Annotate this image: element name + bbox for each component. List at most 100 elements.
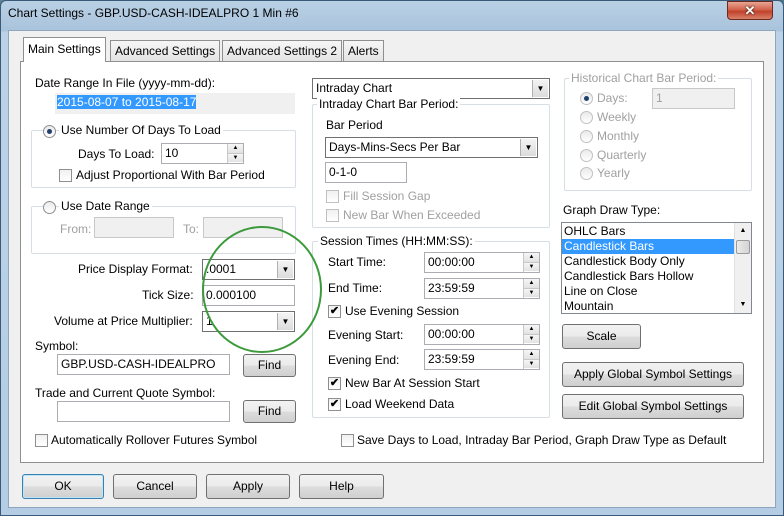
evening-session-label: Use Evening Session (345, 304, 460, 318)
trade-symbol-find-button[interactable]: Find (243, 400, 296, 423)
spin-up-icon[interactable]: ▲ (524, 253, 539, 262)
apply-button[interactable]: Apply (206, 474, 290, 499)
adjust-proportional-checkbox[interactable] (59, 169, 72, 182)
historical-monthly-radio[interactable] (580, 130, 593, 143)
tick-size-label: Tick Size: (142, 288, 194, 302)
close-button[interactable]: ✕ (727, 1, 773, 20)
fill-session-gap-label: Fill Session Gap (343, 189, 431, 203)
date-range-label: Date Range In File (yyyy-mm-dd): (35, 76, 216, 90)
period-input[interactable]: 0-1-0 (325, 162, 407, 183)
load-weekend-label: Load Weekend Data (345, 397, 455, 411)
tab-main-settings[interactable]: Main Settings (23, 37, 106, 62)
historical-yearly-radio[interactable] (580, 167, 593, 180)
fill-session-gap-checkbox[interactable] (326, 190, 339, 203)
tab-alerts[interactable]: Alerts (343, 40, 384, 61)
spin-up-icon[interactable]: ▲ (524, 325, 539, 334)
cancel-button[interactable]: Cancel (113, 474, 197, 499)
price-display-label: Price Display Format: (78, 262, 193, 276)
tab-advanced-settings-2[interactable]: Advanced Settings 2 (222, 40, 343, 61)
list-item[interactable]: Line on Close (562, 284, 751, 299)
chart-type-select[interactable]: Intraday Chart ▼ (312, 78, 550, 99)
days-to-load-input[interactable]: 10 ▲ ▼ (161, 143, 244, 164)
list-item[interactable]: Mountain (562, 299, 751, 313)
price-display-value: .0001 (206, 262, 237, 276)
days-spinner[interactable]: ▲ ▼ (227, 144, 243, 163)
dropdown-arrow-icon[interactable]: ▼ (277, 261, 293, 278)
tick-size-input[interactable]: 0.000100 (202, 285, 295, 306)
graph-draw-listbox[interactable]: OHLC Bars Candlestick Bars Candlestick B… (561, 222, 752, 314)
spin-down-icon[interactable]: ▼ (228, 153, 243, 162)
spin-up-icon[interactable]: ▲ (524, 279, 539, 288)
symbol-label: Symbol: (35, 339, 79, 353)
scroll-up-icon[interactable]: ▲ (735, 223, 751, 239)
scroll-down-icon[interactable]: ▼ (735, 297, 751, 313)
adjust-proportional-label: Adjust Proportional With Bar Period (76, 168, 265, 182)
scale-button[interactable]: Scale (562, 324, 641, 349)
use-days-label: Use Number Of Days To Load (59, 123, 223, 137)
list-item[interactable]: Candlestick Body Only (562, 254, 751, 269)
load-weekend-checkbox[interactable]: ✔ (328, 398, 341, 411)
end-time-input[interactable]: 23:59:59 ▲ ▼ (424, 278, 540, 299)
dropdown-arrow-icon[interactable]: ▼ (277, 313, 293, 330)
spin-up-icon[interactable]: ▲ (228, 144, 243, 153)
new-bar-session-start-checkbox[interactable]: ✔ (328, 377, 341, 390)
scroll-thumb[interactable] (736, 240, 750, 254)
end-time-spinner[interactable]: ▲ ▼ (523, 279, 539, 298)
price-display-select[interactable]: .0001 ▼ (202, 259, 295, 280)
from-date-input[interactable] (94, 217, 174, 238)
use-date-range-radio[interactable] (43, 201, 56, 214)
historical-days-label: Days: (597, 91, 628, 105)
symbol-find-button[interactable]: Find (243, 354, 296, 377)
chart-type-value: Intraday Chart (316, 81, 393, 95)
evening-start-value: 00:00:00 (428, 327, 475, 341)
use-days-radio[interactable] (43, 125, 56, 138)
edit-global-settings-button[interactable]: Edit Global Symbol Settings (562, 394, 744, 419)
list-item[interactable]: Candlestick Bars Hollow (562, 269, 751, 284)
dropdown-arrow-icon[interactable]: ▼ (532, 80, 548, 97)
spin-down-icon[interactable]: ▼ (524, 359, 539, 368)
spin-down-icon[interactable]: ▼ (524, 262, 539, 271)
spin-down-icon[interactable]: ▼ (524, 288, 539, 297)
historical-days-input[interactable]: 1 (652, 88, 735, 109)
from-label: From: (60, 222, 92, 236)
spin-down-icon[interactable]: ▼ (524, 334, 539, 343)
save-default-checkbox[interactable] (341, 434, 354, 447)
tab-advanced-settings[interactable]: Advanced Settings (110, 40, 221, 61)
ok-button[interactable]: OK (22, 474, 104, 499)
historical-yearly-label: Yearly (597, 166, 630, 180)
symbol-input[interactable]: GBP.USD-CASH-IDEALPRO (57, 354, 230, 375)
evening-end-input[interactable]: 23:59:59 ▲ ▼ (424, 349, 540, 370)
historical-quarterly-radio[interactable] (580, 149, 593, 162)
to-label: To: (183, 222, 200, 236)
date-range-field[interactable]: 2015-08-07 to 2015-08-17 (55, 93, 295, 114)
apply-global-settings-button[interactable]: Apply Global Symbol Settings (562, 362, 744, 387)
start-time-spinner[interactable]: ▲ ▼ (523, 253, 539, 272)
intraday-period-legend: Intraday Chart Bar Period: (317, 97, 461, 111)
bar-period-select[interactable]: Days-Mins-Secs Per Bar ▼ (325, 137, 538, 158)
historical-weekly-radio[interactable] (580, 111, 593, 124)
volume-multiplier-label: Volume at Price Multiplier: (54, 314, 193, 328)
evening-end-label: Evening End: (328, 353, 400, 367)
list-item-selected[interactable]: Candlestick Bars (562, 239, 751, 254)
help-button[interactable]: Help (299, 474, 384, 499)
trade-symbol-input[interactable] (57, 401, 230, 422)
evening-start-input[interactable]: 00:00:00 ▲ ▼ (424, 324, 540, 345)
dropdown-arrow-icon[interactable]: ▼ (520, 139, 536, 156)
graph-draw-label: Graph Draw Type: (563, 203, 661, 217)
evening-end-spinner[interactable]: ▲ ▼ (523, 350, 539, 369)
volume-multiplier-select[interactable]: 1 ▼ (202, 311, 295, 332)
historical-days-radio[interactable] (580, 92, 593, 105)
rollover-checkbox[interactable] (35, 434, 48, 447)
historical-quarterly-label: Quarterly (597, 148, 647, 162)
to-date-input[interactable] (203, 217, 283, 238)
evening-start-spinner[interactable]: ▲ ▼ (523, 325, 539, 344)
evening-session-checkbox[interactable]: ✔ (328, 305, 341, 318)
trade-symbol-label: Trade and Current Quote Symbol: (35, 386, 216, 400)
new-bar-exceeded-checkbox[interactable] (326, 209, 339, 222)
spin-up-icon[interactable]: ▲ (524, 350, 539, 359)
graph-draw-scrollbar[interactable]: ▲ ▼ (734, 223, 751, 313)
start-time-input[interactable]: 00:00:00 ▲ ▼ (424, 252, 540, 273)
historical-period-legend: Historical Chart Bar Period: (569, 71, 719, 85)
list-item[interactable]: OHLC Bars (562, 224, 751, 239)
new-bar-session-start-label: New Bar At Session Start (345, 376, 480, 390)
